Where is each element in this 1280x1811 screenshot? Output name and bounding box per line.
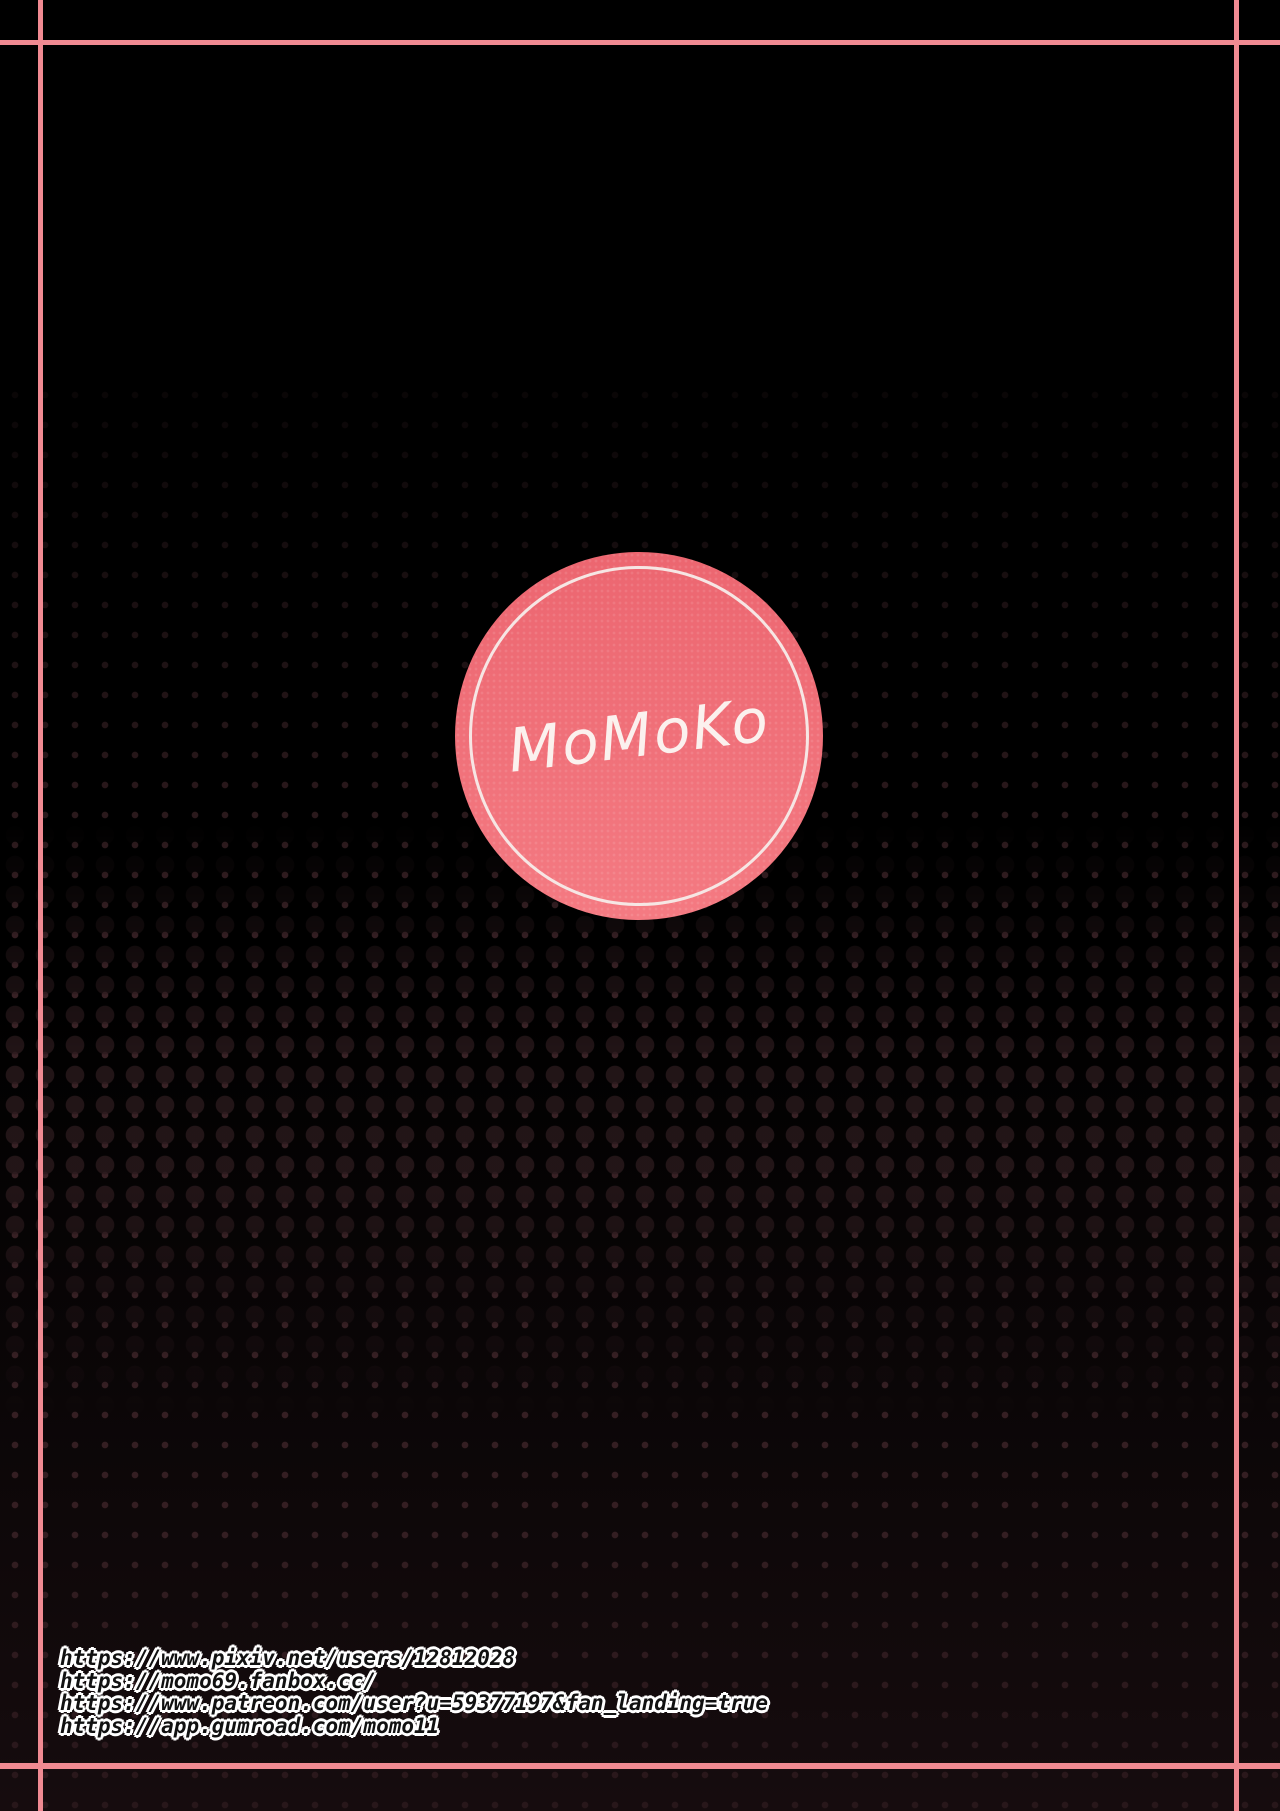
- back-cover-page: MoMoKo https://www.pixiv.net/users/12812…: [0, 0, 1280, 1811]
- logo-text: MoMoKo: [504, 685, 774, 787]
- pixiv-link[interactable]: https://www.pixiv.net/users/12812028: [60, 1647, 768, 1670]
- frame-line-left: [38, 0, 43, 1811]
- frame-line-top: [0, 40, 1280, 45]
- frame-line-right: [1234, 0, 1239, 1811]
- gumroad-link[interactable]: https://app.gumroad.com/momo11: [60, 1714, 768, 1738]
- patreon-link[interactable]: https://www.patreon.com/user?u=59377197&…: [60, 1692, 768, 1715]
- momoko-logo-badge: MoMoKo: [455, 552, 823, 920]
- frame-line-bottom: [0, 1763, 1280, 1769]
- fanbox-link[interactable]: https://momo69.fanbox.cc/: [60, 1669, 768, 1693]
- social-links: https://www.pixiv.net/users/12812028 htt…: [60, 1647, 768, 1737]
